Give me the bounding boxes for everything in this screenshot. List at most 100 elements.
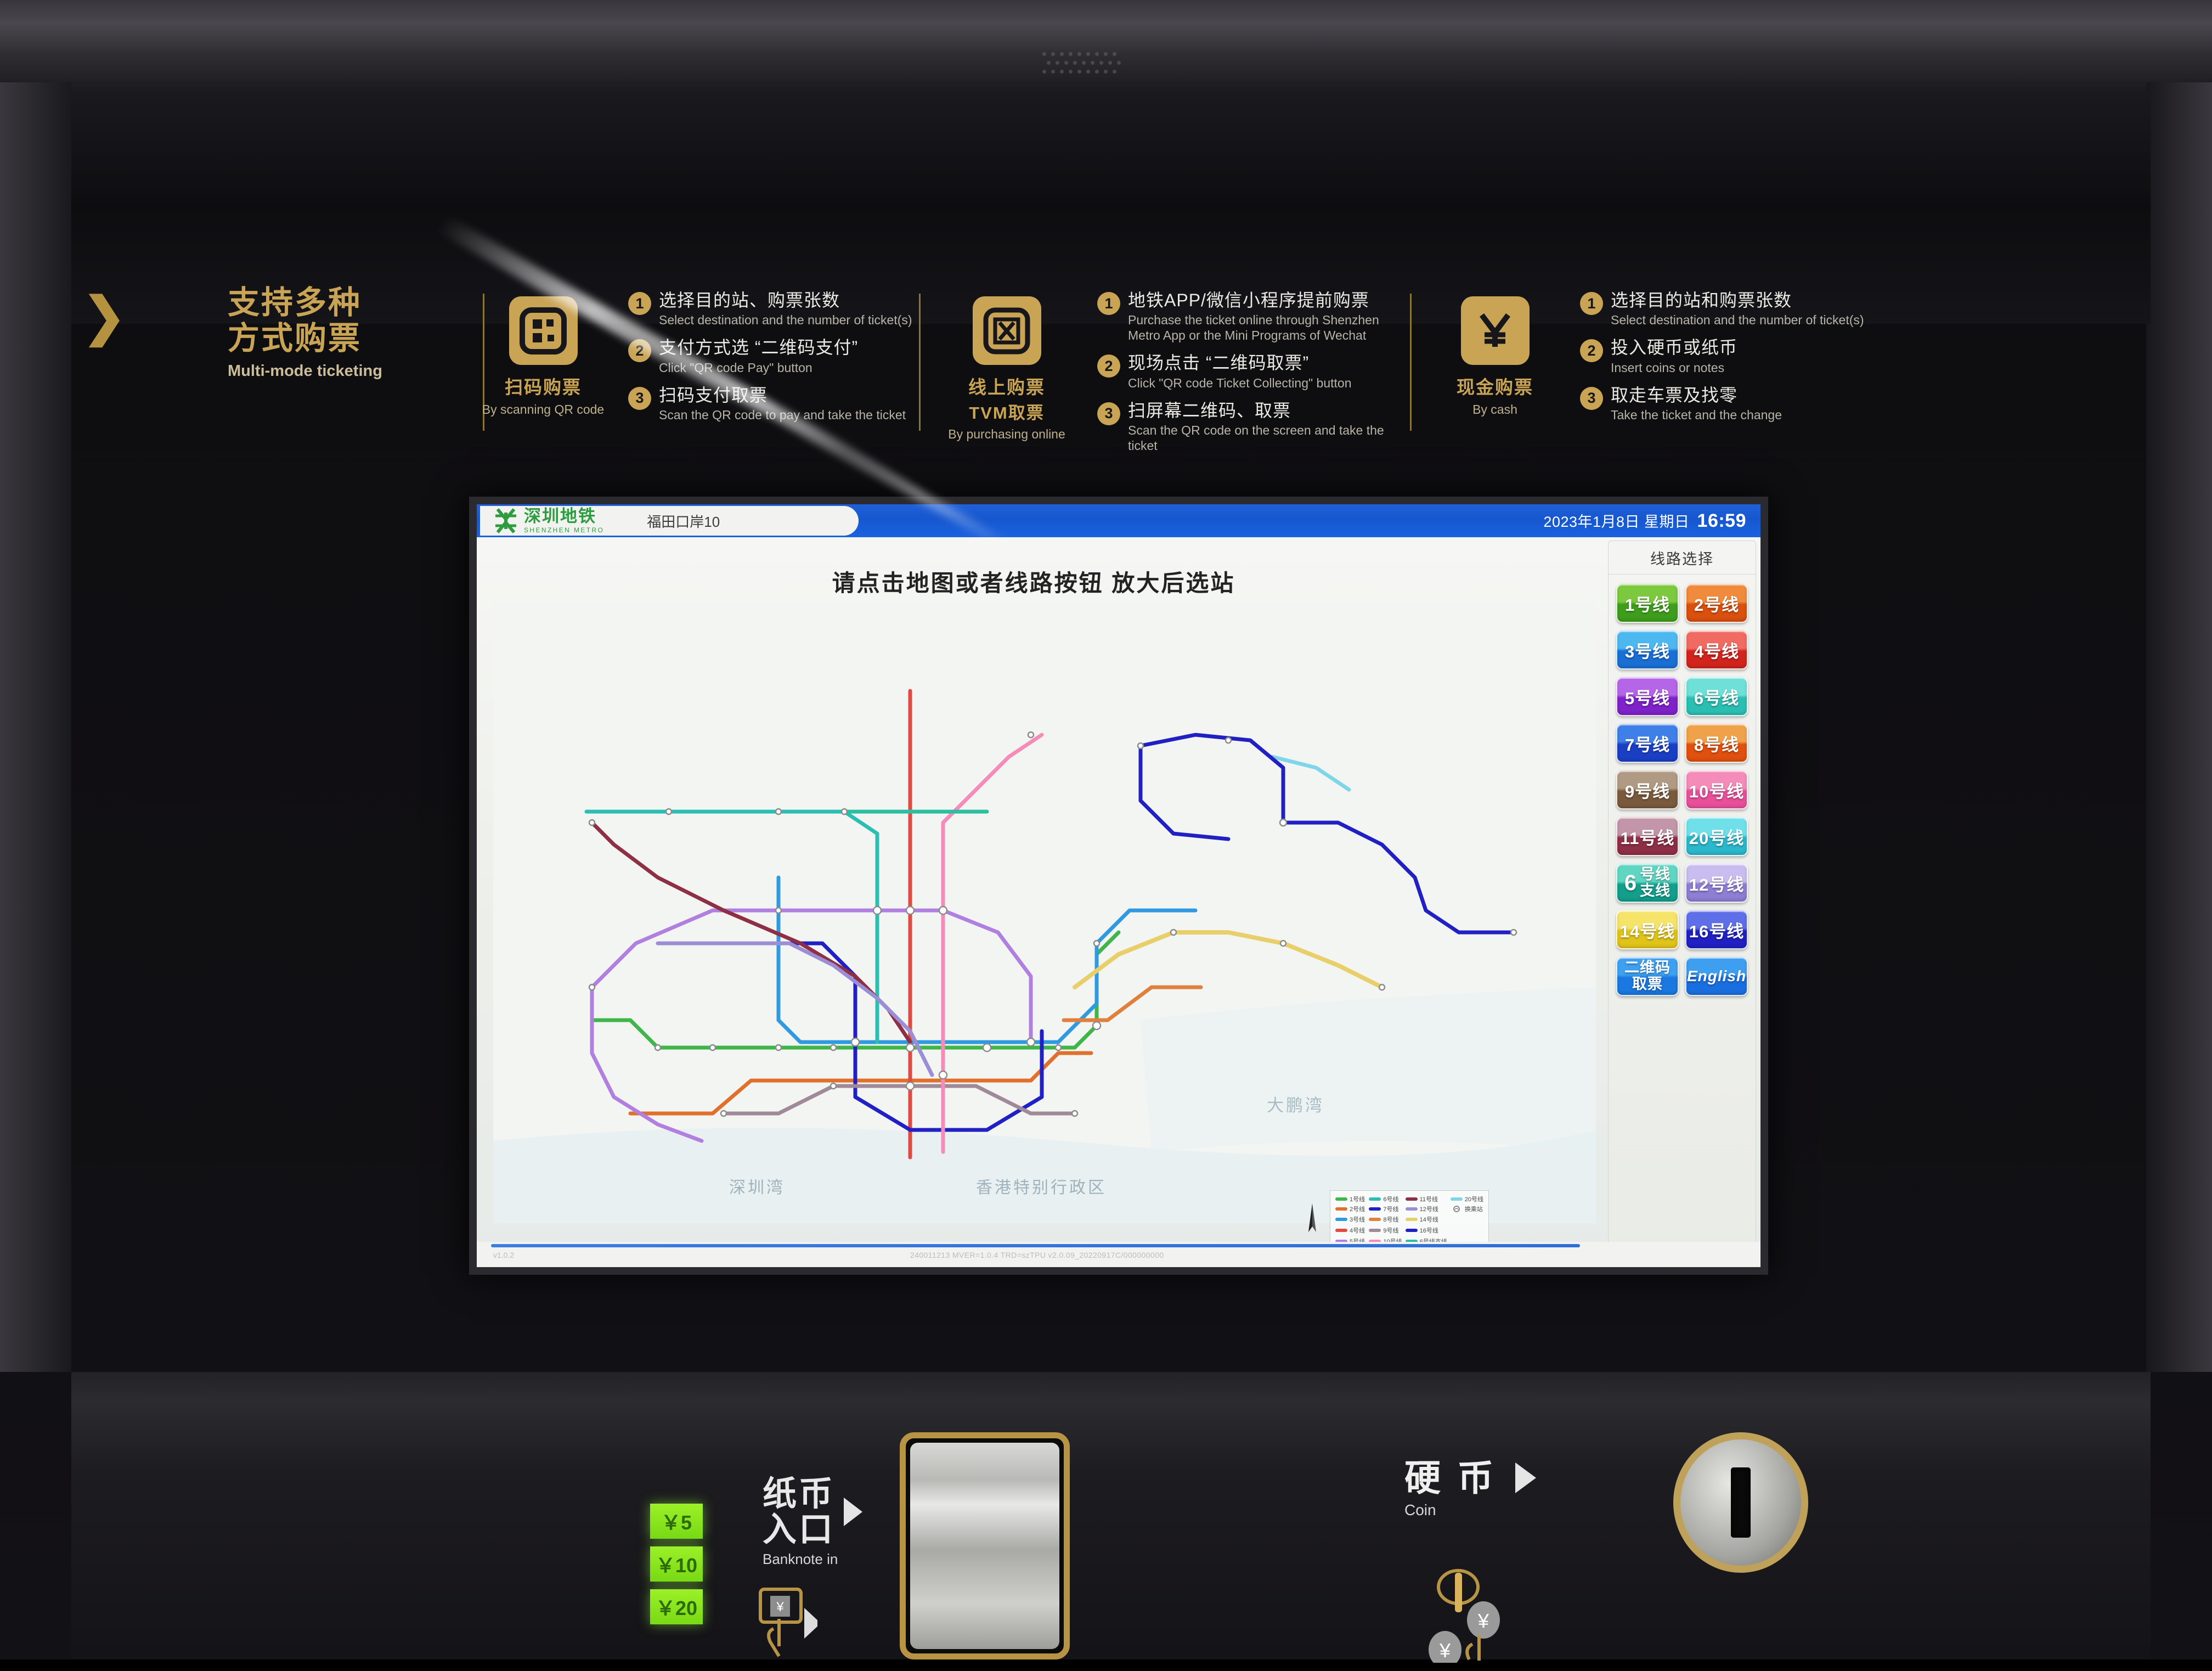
multi-mode-title-en: Multi-mode ticketing (228, 362, 409, 380)
legend-item: 16号线 (1406, 1225, 1447, 1235)
step-number: 2 (1580, 339, 1603, 362)
step-text-en: Insert coins or notes (1611, 360, 1737, 375)
step-text-en: Scan the QR code on the screen and take … (1128, 423, 1404, 453)
line-button-17[interactable]: 二维码取票 (1616, 957, 1679, 996)
legend-item: 6号线 (1369, 1195, 1402, 1203)
steps-online: 1 地铁APP/微信小程序提前购票 Purchase the ticket on… (1097, 290, 1404, 463)
map-svg[interactable] (493, 603, 1596, 1223)
svg-text:¥: ¥ (776, 1600, 784, 1614)
mode-qr-scan-label-cn: 扫码购票 (475, 373, 612, 399)
mode-cash: 现金购票 By cash (1426, 296, 1564, 417)
metro-logo-icon (493, 507, 518, 535)
legend-spacer (1451, 1214, 1483, 1224)
legend-item: 8号线 (1369, 1214, 1402, 1224)
line-button-11[interactable]: 11号线 (1616, 817, 1679, 856)
coin-label: 硬 币 Coin (1404, 1460, 1536, 1519)
chevron-right-icon: ❯ (82, 291, 126, 343)
step-text-en: Click "QR code Ticket Collecting" button (1128, 375, 1352, 391)
legend-item: 12号线 (1406, 1205, 1447, 1213)
mode-online-label-cn2: TVM取票 (933, 399, 1081, 424)
legend-item: 7号线 (1369, 1205, 1402, 1213)
legend-item: 14号线 (1406, 1214, 1447, 1224)
mode-cash-label-cn: 现金购票 (1426, 373, 1564, 399)
touchscreen[interactable]: 深圳地铁 SHENZHEN METRO 福田口岸10 2023年1月8日 星期日… (477, 504, 1760, 1267)
step-text-cn: 地铁APP/微信小程序提前购票 (1128, 290, 1404, 311)
step-item: 2 支付方式选 “二维码支付” Click "QR code Pay" butt… (628, 337, 913, 375)
line-button-4[interactable]: 4号线 (1685, 630, 1748, 669)
geo-label: 香港特别行政区 (976, 1174, 1107, 1198)
coin-slot[interactable] (1673, 1432, 1808, 1573)
step-text-en: Click "QR code Pay" button (659, 360, 858, 375)
station-name: 福田口岸10 (647, 511, 720, 531)
denomination-indicator: ￥10 (650, 1546, 703, 1582)
step-number: 1 (1580, 292, 1603, 315)
step-text-en: Purchase the ticket online through Shenz… (1128, 312, 1404, 343)
coin-label-en: Coin (1404, 1501, 1536, 1519)
steps-cash: 1 选择目的站和购票张数 Select destination and the … (1580, 290, 1887, 432)
banknote-slot[interactable] (900, 1432, 1070, 1659)
line-button-18[interactable]: English (1685, 957, 1748, 996)
legend-item: 11号线 (1406, 1195, 1447, 1203)
screen-footer: v1.0.2 240011213 MVER=1.0.4 TRD=szTPU v2… (477, 1242, 1760, 1267)
touchscreen-frame: 深圳地铁 SHENZHEN METRO 福田口岸10 2023年1月8日 星期日… (469, 497, 1768, 1275)
step-text-cn: 取走车票及找零 (1611, 385, 1782, 406)
line-button-grid: 1号线2号线3号线4号线5号线6号线7号线8号线9号线10号线11号线20号线6… (1609, 575, 1756, 1005)
step-text-cn: 现场点击 “二维码取票” (1128, 352, 1352, 373)
line-button-14[interactable]: 12号线 (1685, 863, 1748, 903)
line-button-12[interactable]: 20号线 (1685, 817, 1748, 856)
line-button-9[interactable]: 9号线 (1616, 770, 1679, 809)
logo-text-en: SHENZHEN METRO (524, 526, 604, 534)
geo-label: 大鹏湾 (1267, 1092, 1324, 1116)
line-selection-panel: 线路选择 1号线2号线3号线4号线5号线6号线7号线8号线9号线10号线11号线… (1608, 541, 1756, 1265)
line-button-10[interactable]: 10号线 (1685, 770, 1748, 809)
line-button-8[interactable]: 8号线 (1685, 723, 1748, 763)
line-button-3[interactable]: 3号线 (1616, 630, 1679, 669)
footer-accent-line (491, 1244, 1580, 1247)
step-number: 2 (1097, 355, 1120, 378)
step-item: 3 扫屏幕二维码、取票 Scan the QR code on the scre… (1097, 400, 1404, 453)
screen-header: 深圳地铁 SHENZHEN METRO 福田口岸10 2023年1月8日 星期日… (477, 504, 1760, 537)
bezel-left (0, 82, 71, 1372)
ticket-vending-machine: ❯ 支持多种 方式购票 Multi-mode ticketing 扫码购票 By… (0, 0, 2212, 1659)
insert-banknote-icon: ¥ (752, 1586, 817, 1671)
line-button-13[interactable]: 6号线支线 (1616, 863, 1679, 903)
shenzhen-metro-logo: 深圳地铁 SHENZHEN METRO (493, 507, 604, 535)
line-button-5[interactable]: 5号线 (1616, 677, 1679, 716)
step-item: 3 取走车票及找零 Take the ticket and the change (1580, 385, 1887, 423)
coin-slot-opening (1731, 1467, 1751, 1538)
qr-scan-icon (509, 296, 578, 365)
step-text-en: Scan the QR code to pay and take the tic… (659, 407, 906, 423)
multi-mode-title-cn-l2: 方式购票 (228, 321, 409, 357)
metro-network-map[interactable]: 深圳湾 香港特别行政区 大鹏湾 1号线6号线11号线20号线2号线7号线12号线… (493, 603, 1596, 1223)
step-item: 2 投入硬币或纸币 Insert coins or notes (1580, 337, 1887, 375)
time-text: 16:59 (1697, 510, 1746, 531)
mode-online: 线上购票 TVM取票 By purchasing online (933, 296, 1081, 442)
screen-body: 请点击地图或者线路按钮 放大后选站 (477, 537, 1760, 1267)
insert-coin-icon: ¥ ¥ (1426, 1559, 1525, 1666)
step-number: 1 (1097, 292, 1120, 315)
line-button-16[interactable]: 16号线 (1685, 910, 1748, 949)
line-button-6[interactable]: 6号线 (1685, 677, 1748, 716)
arrow-right-icon (844, 1498, 862, 1526)
line-button-15[interactable]: 14号线 (1616, 910, 1679, 949)
logo-plate: 深圳地铁 SHENZHEN METRO 福田口岸10 (480, 506, 859, 536)
mode-cash-label-en: By cash (1426, 402, 1564, 417)
line-button-1[interactable]: 1号线 (1616, 583, 1679, 623)
step-item: 1 地铁APP/微信小程序提前购票 Purchase the ticket on… (1097, 290, 1404, 343)
step-number: 1 (628, 292, 651, 315)
mode-online-label-en: By purchasing online (933, 427, 1081, 442)
mode-qr-scan-label-en: By scanning QR code (475, 402, 612, 417)
step-text-cn: 扫码支付取票 (659, 385, 906, 406)
banknote-denominations: ￥5 ￥10 ￥20 (650, 1504, 703, 1632)
banknote-label-cn-l2: 入口 (763, 1512, 835, 1548)
banknote-label: 纸币 入口 Banknote in (763, 1476, 862, 1568)
banknote-label-cn-l1: 纸币 (763, 1476, 835, 1512)
line-button-7[interactable]: 7号线 (1616, 723, 1679, 763)
footer-version: v1.0.2 (493, 1251, 514, 1259)
step-number: 3 (628, 387, 651, 410)
line-button-2[interactable]: 2号线 (1685, 583, 1748, 623)
multi-mode-title-cn-l1: 支持多种 (228, 285, 409, 321)
svg-text:¥: ¥ (1477, 1610, 1489, 1632)
mode-online-label-cn: 线上购票 (933, 373, 1081, 399)
banknote-label-en: Banknote in (763, 1551, 862, 1568)
